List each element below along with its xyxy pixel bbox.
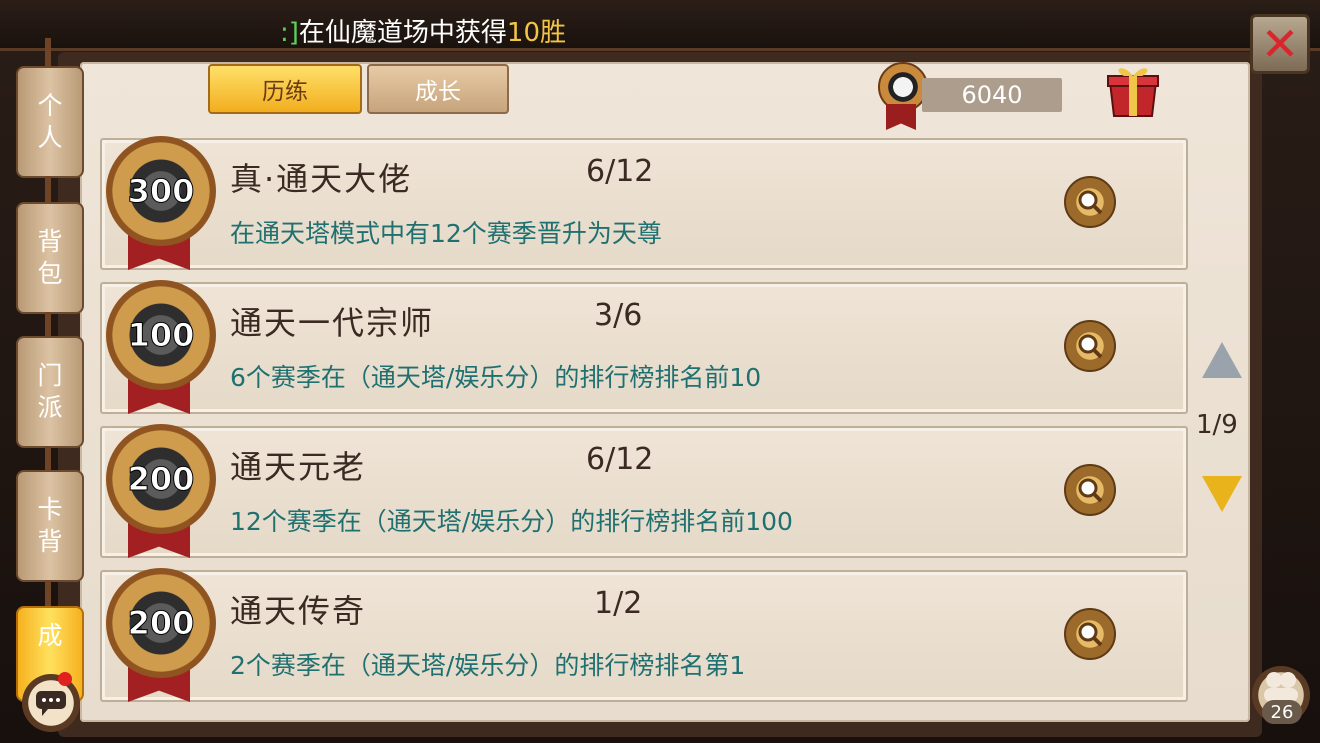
friends-count-badge: 26 — [1262, 700, 1302, 724]
side-tab-sect[interactable]: 门 派 — [16, 336, 84, 448]
achievement-progress: 3/6 — [594, 298, 643, 333]
side-tab-label: 成 — [37, 621, 63, 650]
ticker-text: 在仙魔道场中获得 — [298, 18, 507, 48]
side-tab-label: 个 人 — [37, 90, 63, 153]
scroll-down-arrow-icon[interactable] — [1202, 476, 1242, 512]
achievement-description: 6个赛季在（通天塔/娱乐分）的排行榜排名前10 — [230, 363, 762, 392]
tab-training[interactable]: 历练 — [208, 64, 362, 114]
page-indicator: 1/9 — [1196, 410, 1238, 440]
tab-growth[interactable]: 成长 — [367, 64, 509, 114]
details-button[interactable] — [1064, 176, 1116, 228]
ticker-highlight: 10胜 — [506, 18, 567, 48]
achievement-row: 200 通天元老 6/12 12个赛季在（通天塔/娱乐分）的排行榜排名前100 — [100, 424, 1188, 558]
achievement-title: 通天一代宗师 — [230, 304, 435, 342]
top-bar: :]在仙魔道场中获得10胜 — [0, 0, 1320, 51]
achievement-description: 在通天塔模式中有12个赛季晋升为天尊 — [230, 219, 662, 248]
chat-bubble-icon — [36, 691, 66, 716]
achievement-description: 12个赛季在（通天塔/娱乐分）的排行榜排名前100 — [230, 507, 793, 536]
scroll-up-arrow-icon[interactable] — [1202, 342, 1242, 378]
side-tab-backpack[interactable]: 背 包 — [16, 202, 84, 314]
achievement-progress: 1/2 — [594, 586, 643, 621]
side-rope — [45, 312, 51, 338]
achievement-title: 通天元老 — [230, 448, 367, 486]
points-badge: 200 — [106, 424, 216, 534]
achievement-row: 300 真·通天大佬 6/12 在通天塔模式中有12个赛季晋升为天尊 — [100, 136, 1188, 270]
magnifier-icon — [1078, 334, 1103, 359]
tab-label: 历练 — [262, 79, 308, 105]
chat-button[interactable] — [22, 674, 80, 732]
points-badge: 300 — [106, 136, 216, 246]
details-button[interactable] — [1064, 320, 1116, 372]
badge-points: 200 — [127, 460, 195, 499]
side-tab-label: 背 包 — [37, 226, 63, 289]
achievement-progress: 6/12 — [586, 154, 654, 189]
achievement-progress: 6/12 — [586, 442, 654, 477]
side-rope — [45, 446, 51, 472]
achievement-row: 100 通天一代宗师 3/6 6个赛季在（通天塔/娱乐分）的排行榜排名前10 — [100, 280, 1188, 414]
achievement-description: 2个赛季在（通天塔/娱乐分）的排行榜排名第1 — [230, 651, 746, 680]
side-rope — [45, 580, 51, 606]
side-tab-personal[interactable]: 个 人 — [16, 66, 84, 178]
tab-label: 成长 — [415, 79, 461, 105]
points-badge: 100 — [106, 280, 216, 390]
achievement-title: 真·通天大佬 — [230, 160, 413, 198]
side-tab-label: 卡 背 — [37, 494, 63, 557]
points-badge: 200 — [106, 568, 216, 678]
badge-points: 100 — [127, 316, 195, 355]
magnifier-icon — [1078, 478, 1103, 503]
ticker-bracket: :] — [280, 18, 299, 48]
currency-amount: 6040 — [922, 78, 1062, 112]
side-tab-label: 门 派 — [37, 360, 63, 423]
side-tab-card-back[interactable]: 卡 背 — [16, 470, 84, 582]
details-button[interactable] — [1064, 464, 1116, 516]
magnifier-icon — [1078, 622, 1103, 647]
side-rope — [45, 176, 51, 204]
achievement-title: 通天传奇 — [230, 592, 367, 630]
side-rope — [45, 38, 51, 68]
gift-box-icon[interactable] — [1102, 60, 1164, 122]
notification-dot — [58, 672, 72, 686]
badge-points: 200 — [127, 604, 195, 643]
notification-ticker: :]在仙魔道场中获得10胜 — [280, 12, 566, 49]
badge-points: 300 — [127, 172, 195, 211]
magnifier-icon — [1078, 190, 1103, 215]
achievement-row: 200 通天传奇 1/2 2个赛季在（通天塔/娱乐分）的排行榜排名第1 — [100, 568, 1188, 702]
details-button[interactable] — [1064, 608, 1116, 660]
close-button[interactable]: ✕ — [1250, 14, 1310, 74]
close-icon: ✕ — [1260, 17, 1300, 71]
